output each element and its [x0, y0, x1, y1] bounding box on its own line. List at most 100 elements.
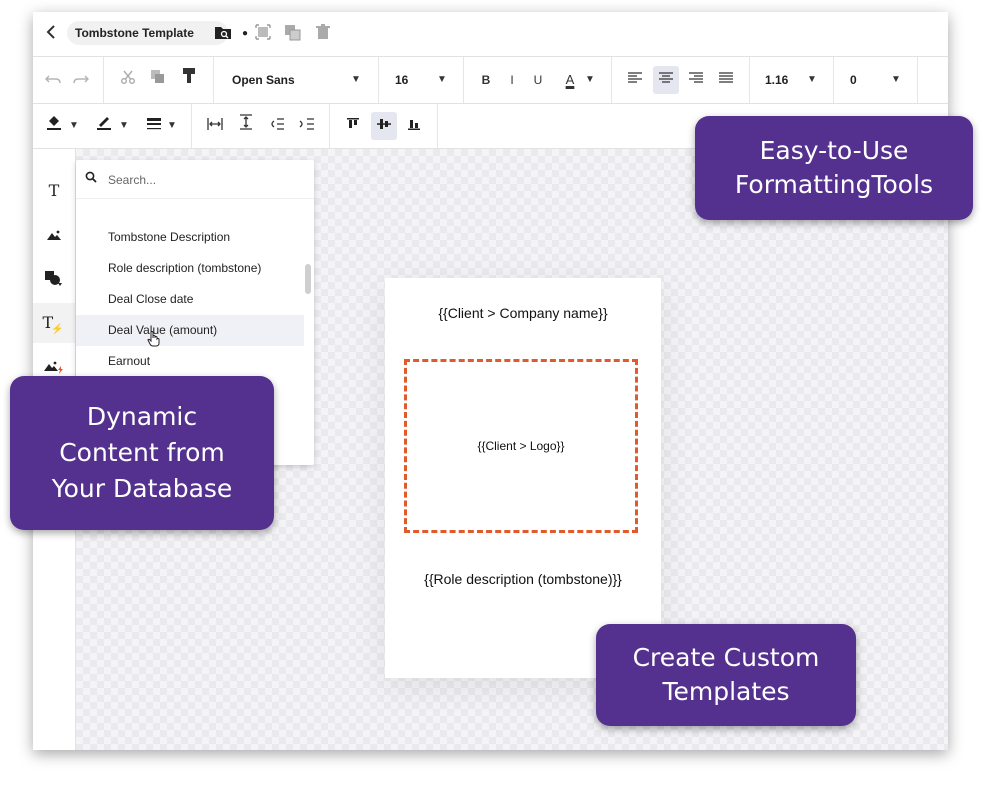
search-row: [76, 160, 314, 199]
chevron-down-icon: ▼: [585, 74, 595, 85]
callout-line: Dynamic: [86, 402, 198, 431]
align-top-button[interactable]: [342, 112, 364, 140]
callout-line: Your Database: [51, 474, 233, 503]
toolbar-divider: [437, 104, 438, 148]
list-item[interactable]: Tombstone Description: [76, 222, 304, 253]
list-item[interactable]: Role description (tombstone): [76, 253, 304, 284]
text-tool-button[interactable]: T: [33, 171, 75, 211]
wrap-right-icon: [299, 118, 314, 130]
dot-separator-icon: ●: [241, 28, 249, 39]
text-color-button[interactable]: A: [560, 66, 580, 94]
toolbar-divider: [611, 57, 612, 103]
copy-button[interactable]: [148, 66, 168, 94]
folder-search-button[interactable]: [213, 24, 233, 44]
callout-formatting-tools: Easy-to-Use FormattingTools: [695, 116, 973, 220]
dropdown-scrollbar[interactable]: [305, 264, 311, 294]
hand-cursor-icon: [147, 331, 160, 347]
line-weight-icon: [147, 118, 161, 130]
align-right-button[interactable]: [684, 66, 708, 94]
list-item[interactable]: Deal Value (amount): [76, 315, 304, 346]
back-button[interactable]: [43, 24, 59, 44]
list-item[interactable]: Deal Close date: [76, 284, 304, 315]
search-input[interactable]: [106, 169, 300, 191]
chevron-left-icon: [46, 25, 55, 39]
indent-button[interactable]: [265, 112, 287, 140]
line-height-select[interactable]: 1.16: [765, 66, 788, 94]
frame-icon: [255, 24, 271, 40]
redo-button[interactable]: [71, 66, 91, 94]
title-bar: Tombstone Template ●: [33, 12, 948, 57]
callout-custom-templates: Create Custom Templates: [596, 624, 856, 726]
letter-spacing-select[interactable]: 0: [850, 66, 857, 94]
pen-icon: [97, 117, 111, 130]
duplicate-button[interactable]: [283, 24, 303, 44]
border-color-button[interactable]: [93, 112, 115, 140]
toolbar-divider: [378, 57, 379, 103]
align-middle-icon: [377, 119, 391, 129]
align-bottom-icon: [408, 120, 420, 130]
justify-button[interactable]: [714, 66, 738, 94]
delete-button[interactable]: [313, 24, 333, 44]
chevron-down-icon: ▼: [119, 120, 129, 131]
cut-button[interactable]: [118, 66, 138, 94]
bold-button[interactable]: B: [476, 66, 496, 94]
underline-button[interactable]: U: [528, 66, 548, 94]
undo-button[interactable]: [43, 66, 63, 94]
toolbar-divider: [191, 104, 192, 148]
callout-line: FormattingTools: [734, 170, 934, 199]
font-family-select[interactable]: Open Sans: [232, 66, 295, 94]
role-description-field[interactable]: {{Role description (tombstone)}}: [385, 571, 661, 587]
width-button[interactable]: [204, 112, 226, 140]
image-tool-button[interactable]: [33, 215, 75, 255]
horizontal-resize-icon: [207, 118, 223, 130]
italic-button[interactable]: I: [502, 66, 522, 94]
toolbar-divider: [103, 57, 104, 103]
callout-line: Easy-to-Use: [759, 136, 909, 165]
text-toolbar: Open Sans ▼ 16 ▼ B I U A ▼ 1.16 ▼ 0 ▼: [33, 57, 948, 104]
chevron-down-icon: ▼: [437, 74, 447, 85]
border-weight-button[interactable]: [143, 112, 165, 140]
toolbar-divider: [329, 104, 330, 148]
text-icon: T: [48, 181, 60, 200]
align-middle-button[interactable]: [371, 112, 397, 140]
callout-line: Content from: [59, 438, 225, 467]
align-center-button[interactable]: [653, 66, 679, 94]
toolbar-divider: [463, 57, 464, 103]
callout-dynamic-content: Dynamic Content from Your Database: [10, 376, 274, 530]
chevron-down-icon: ▼: [807, 74, 817, 85]
align-left-icon: [628, 72, 642, 83]
align-left-button[interactable]: [623, 66, 647, 94]
callout-line: Templates: [662, 677, 790, 706]
template-name-field[interactable]: Tombstone Template: [67, 21, 228, 45]
outdent-button[interactable]: [295, 112, 317, 140]
font-size-select[interactable]: 16: [395, 66, 408, 94]
undo-icon: [44, 75, 61, 84]
shape-tool-button[interactable]: [33, 259, 75, 299]
toolbar-divider: [833, 57, 834, 103]
image-icon: [47, 230, 61, 241]
toolbar-divider: [213, 57, 214, 103]
company-name-field[interactable]: {{Client > Company name}}: [385, 305, 661, 321]
paint-bucket-icon: [47, 116, 61, 130]
height-button[interactable]: [235, 112, 257, 140]
toolbar-divider: [749, 57, 750, 103]
folder-search-icon: [215, 27, 231, 39]
copy-icon: [151, 70, 164, 83]
duplicate-icon: [285, 25, 301, 41]
format-painter-button[interactable]: [179, 66, 199, 94]
list-item[interactable]: Earnout: [76, 346, 304, 377]
align-bottom-button[interactable]: [403, 112, 425, 140]
fill-color-button[interactable]: [43, 112, 65, 140]
chevron-down-icon: ▼: [351, 74, 361, 85]
logo-placeholder-box[interactable]: {{Client > Logo}}: [404, 359, 638, 533]
dynamic-image-icon: [44, 361, 63, 375]
search-icon: [85, 171, 99, 185]
vertical-resize-icon: [240, 114, 252, 130]
dynamic-text-tool-button[interactable]: T⚡: [33, 303, 75, 343]
align-right-icon: [689, 72, 703, 83]
tombstone-page[interactable]: {{Client > Company name}} {{Client > Log…: [385, 278, 661, 678]
select-frame-button[interactable]: [253, 24, 273, 44]
chevron-down-icon: ▼: [891, 74, 901, 85]
toolbar-divider: [917, 57, 918, 103]
callout-line: Create Custom: [632, 643, 820, 672]
